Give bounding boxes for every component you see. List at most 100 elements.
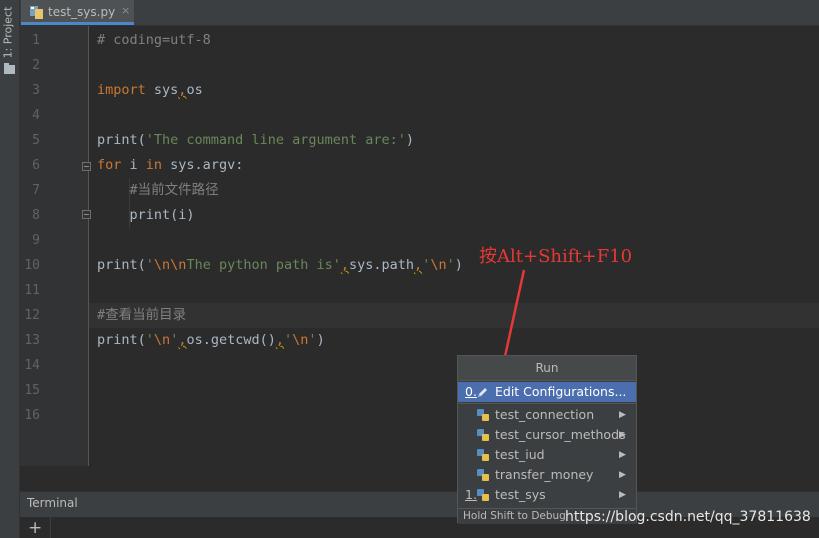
run-config-test-sys[interactable]: 1. test_sys ▶ [458, 485, 636, 505]
python-icon [477, 409, 489, 421]
line-number: 13 [24, 333, 40, 348]
paren: ) [454, 257, 463, 273]
code-line-8: print(i) [97, 207, 195, 223]
code-line-6: for i in sys.argv: [97, 153, 243, 178]
edit-pencil-icon [478, 388, 487, 397]
string-literal: ' [308, 332, 317, 348]
run-config-test-iud[interactable]: test_iud ▶ [458, 445, 636, 465]
line-number: 12 [24, 308, 40, 323]
edit-configurations-item[interactable]: 0. Edit Configurations... [458, 382, 636, 402]
string-literal: ' [284, 332, 293, 348]
identifier: sys.path [349, 257, 415, 273]
submenu-arrow-icon: ▶ [619, 470, 626, 480]
function-call: print( [97, 257, 146, 273]
menu-item-label: transfer_money [495, 467, 594, 482]
separator: , [414, 257, 423, 273]
popup-title: Run [458, 356, 636, 381]
run-config-transfer-money[interactable]: transfer_money ▶ [458, 465, 636, 485]
editor-gutter: 1 2 3 4 5 6 7 8 9 10 11 12 13 14 15 16 [20, 26, 91, 466]
run-popup: Run 0. Edit Configurations... test_conne… [457, 355, 637, 524]
submenu-arrow-icon: ▶ [619, 410, 626, 420]
line-number: 11 [24, 283, 40, 298]
menu-item-label: test_sys [495, 487, 546, 502]
menu-item-label: test_cursor_methods [495, 427, 626, 442]
code-line-12: #查看当前目录 [97, 307, 187, 323]
close-tab-icon[interactable]: × [121, 4, 130, 17]
code-line-7: #当前文件路径 [97, 182, 219, 198]
code-line-3: import sys,os [97, 78, 203, 103]
folder-icon[interactable] [4, 63, 15, 74]
code-line-1: # coding=utf-8 [97, 28, 211, 53]
identifier: os.getcwd() [186, 332, 276, 348]
separator: , [275, 332, 285, 348]
menu-item-label: Edit Configurations... [495, 384, 627, 399]
escape-sequence: \n\n [153, 257, 187, 273]
line-number: 8 [32, 208, 40, 223]
code-line-5: print('The command line argument are:') [97, 128, 414, 153]
project-tool-label: 1: Project [1, 6, 15, 59]
new-terminal-icon[interactable]: + [28, 518, 42, 538]
line-number: 10 [24, 258, 40, 273]
footer-text: Hold Shift to Debug [463, 510, 566, 522]
menu-item-label: test_iud [495, 447, 545, 462]
mnemonic: 0. [465, 384, 477, 399]
paren: ) [405, 132, 415, 148]
tab-test-sys[interactable]: test_sys.py × [21, 0, 134, 25]
project-tool-button[interactable]: 1: Project [1, 6, 17, 60]
line-number: 14 [24, 358, 40, 373]
line-number: 7 [32, 183, 40, 198]
identifier: sys.argv: [162, 157, 244, 173]
code-editor[interactable]: # coding=utf-8 import sys,os print('The … [89, 26, 819, 466]
tab-filename: test_sys.py [48, 5, 116, 19]
escape-sequence: \n [153, 332, 171, 348]
menu-separator [458, 403, 636, 404]
mnemonic: 1. [465, 487, 477, 502]
line-number: 5 [32, 133, 40, 148]
code-line-10: print('\n\nThe python path is',sys.path,… [97, 253, 463, 278]
keyword: for [97, 157, 122, 173]
annotation-text: 按Alt+Shift+F10 [479, 246, 633, 267]
string-literal: 'The command line argument are:' [145, 132, 406, 148]
line-number: 16 [24, 408, 40, 423]
identifier: sys [145, 82, 179, 98]
paren: ) [316, 332, 325, 348]
python-icon [477, 449, 489, 461]
string-literal: The python path is' [186, 257, 341, 273]
function-call: print( [97, 332, 146, 348]
line-number: 2 [32, 58, 40, 73]
menu-item-label: test_connection [495, 407, 595, 422]
line-number: 9 [32, 233, 40, 248]
line-number: 4 [32, 108, 40, 123]
escape-sequence: \n [430, 257, 447, 273]
python-icon [477, 429, 489, 441]
python-icon [477, 489, 489, 501]
comment: # coding=utf-8 [97, 32, 211, 48]
string-literal: ' [145, 332, 154, 348]
line-number: 6 [32, 158, 40, 173]
editor-tab-bar: test_sys.py × [20, 0, 819, 26]
string-literal: ' [446, 257, 455, 273]
tool-window-strip: 1: Project [0, 0, 20, 538]
function-call: print( [97, 132, 146, 148]
identifier: i [121, 157, 146, 173]
line-number: 1 [32, 33, 40, 48]
line-number: 15 [24, 383, 40, 398]
divider [50, 517, 51, 538]
terminal-title: Terminal [27, 496, 78, 510]
submenu-arrow-icon: ▶ [619, 450, 626, 460]
escape-sequence: \n [292, 332, 309, 348]
string-literal: ' [145, 257, 154, 273]
python-file-icon [30, 6, 43, 19]
keyword: in [145, 157, 163, 173]
line-number: 3 [32, 83, 40, 98]
keyword: import [97, 82, 146, 98]
run-config-test-connection[interactable]: test_connection ▶ [458, 405, 636, 425]
submenu-arrow-icon: ▶ [619, 490, 626, 500]
code-line-13: print('\n',os.getcwd(),'\n') [97, 328, 325, 353]
caret-line-highlight [89, 303, 819, 328]
separator: , [340, 257, 350, 273]
submenu-arrow-icon: ▶ [619, 430, 626, 440]
watermark: https://blog.csdn.net/qq_37811638 [565, 509, 811, 525]
python-icon [477, 469, 489, 481]
run-config-test-cursor-methods[interactable]: test_cursor_methods ▶ [458, 425, 636, 445]
